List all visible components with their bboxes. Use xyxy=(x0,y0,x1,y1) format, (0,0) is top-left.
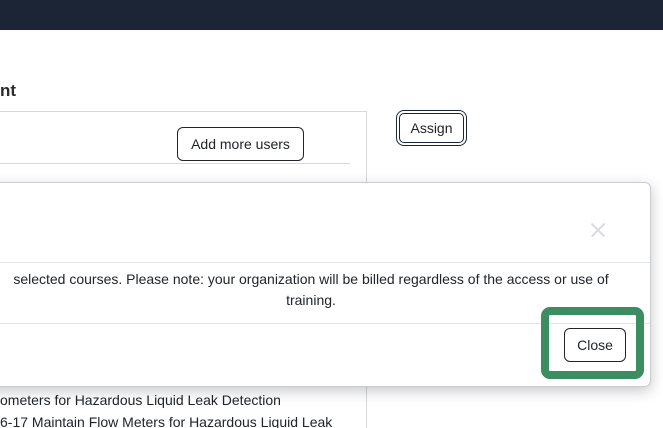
panel-divider xyxy=(0,163,350,164)
assign-button[interactable]: Assign xyxy=(399,113,464,143)
course-list-item: ometers for Hazardous Liquid Leak Detect… xyxy=(0,392,281,408)
section-heading: nt xyxy=(0,81,17,100)
close-button[interactable]: Close xyxy=(564,328,626,362)
course-list-item: 6-17 Maintain Flow Meters for Hazardous … xyxy=(0,414,333,428)
top-navigation-bar xyxy=(0,0,663,30)
close-icon[interactable] xyxy=(587,219,609,241)
modal-body-line: selected courses. Please note: your orga… xyxy=(13,271,609,287)
modal-header-divider xyxy=(0,262,650,263)
modal-body: selected courses. Please note: your orga… xyxy=(0,269,641,311)
add-more-users-button[interactable]: Add more users xyxy=(177,127,304,161)
